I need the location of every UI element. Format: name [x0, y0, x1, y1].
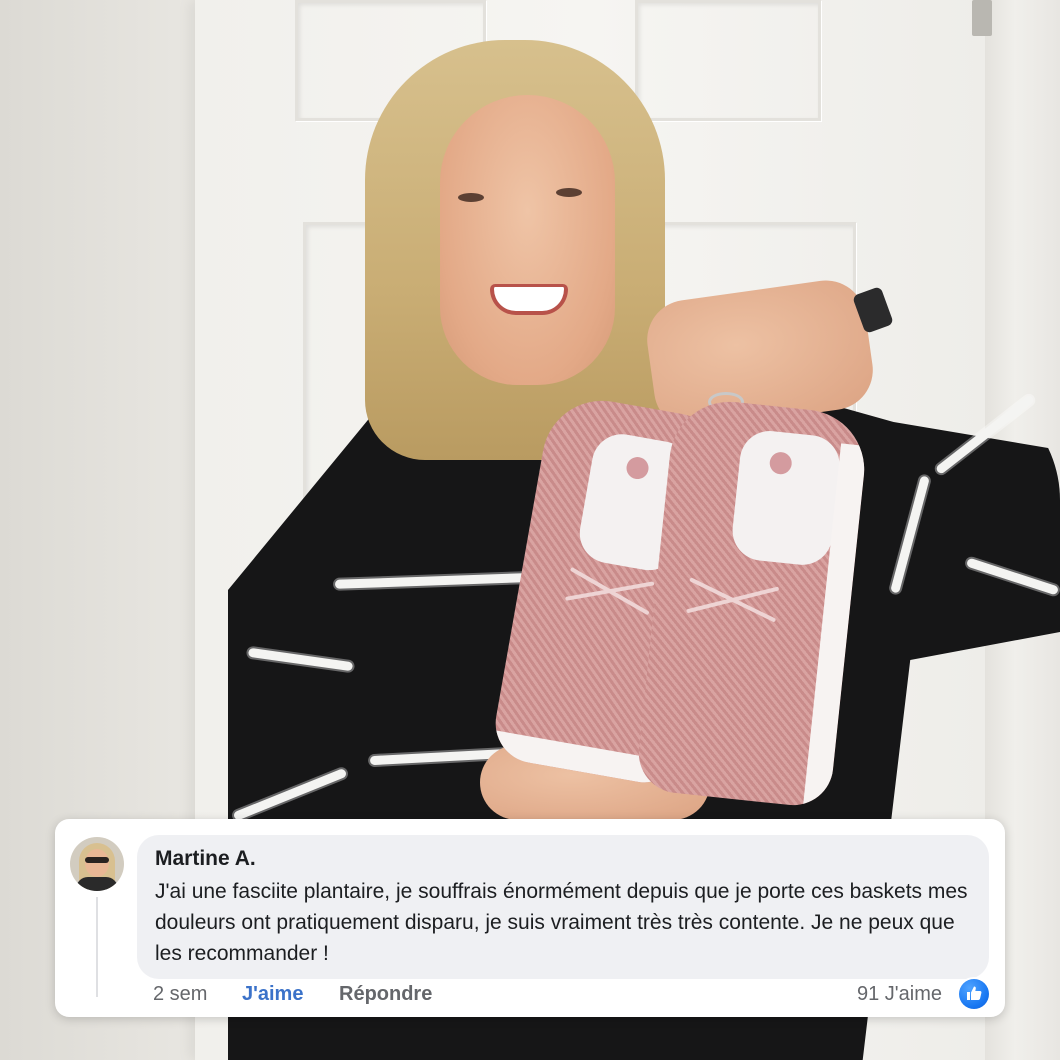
- shoe-lace: [686, 586, 780, 614]
- like-count[interactable]: 91 J'aime: [857, 983, 942, 1006]
- thumbs-up-glyph: [967, 986, 982, 1000]
- door-panel: [635, 0, 821, 121]
- avatar-sunglasses: [85, 857, 109, 863]
- smile: [490, 284, 568, 315]
- pink-sneaker: [634, 395, 871, 810]
- comment-author[interactable]: Martine A.: [155, 847, 256, 871]
- eye: [458, 193, 484, 202]
- door-hinge: [972, 0, 992, 36]
- comment-card: Martine A. J'ai une fasciite plantaire, …: [55, 819, 1005, 1017]
- shoe-lace: [565, 581, 655, 601]
- avatar[interactable]: [70, 837, 124, 891]
- avatar-face: [85, 849, 109, 877]
- like-button[interactable]: J'aime: [242, 983, 303, 1006]
- face: [440, 95, 615, 385]
- comment-timestamp[interactable]: 2 sem: [153, 983, 207, 1006]
- avatar-body: [76, 877, 118, 891]
- reply-button[interactable]: Répondre: [339, 983, 432, 1006]
- comment-text: J'ai une fasciite plantaire, je souffrai…: [155, 880, 968, 965]
- eye: [556, 188, 582, 197]
- comment-bubble: Martine A. J'ai une fasciite plantaire, …: [137, 835, 989, 979]
- insole: [729, 428, 843, 568]
- thumbs-up-icon[interactable]: [959, 979, 989, 1009]
- thread-line: [96, 897, 98, 997]
